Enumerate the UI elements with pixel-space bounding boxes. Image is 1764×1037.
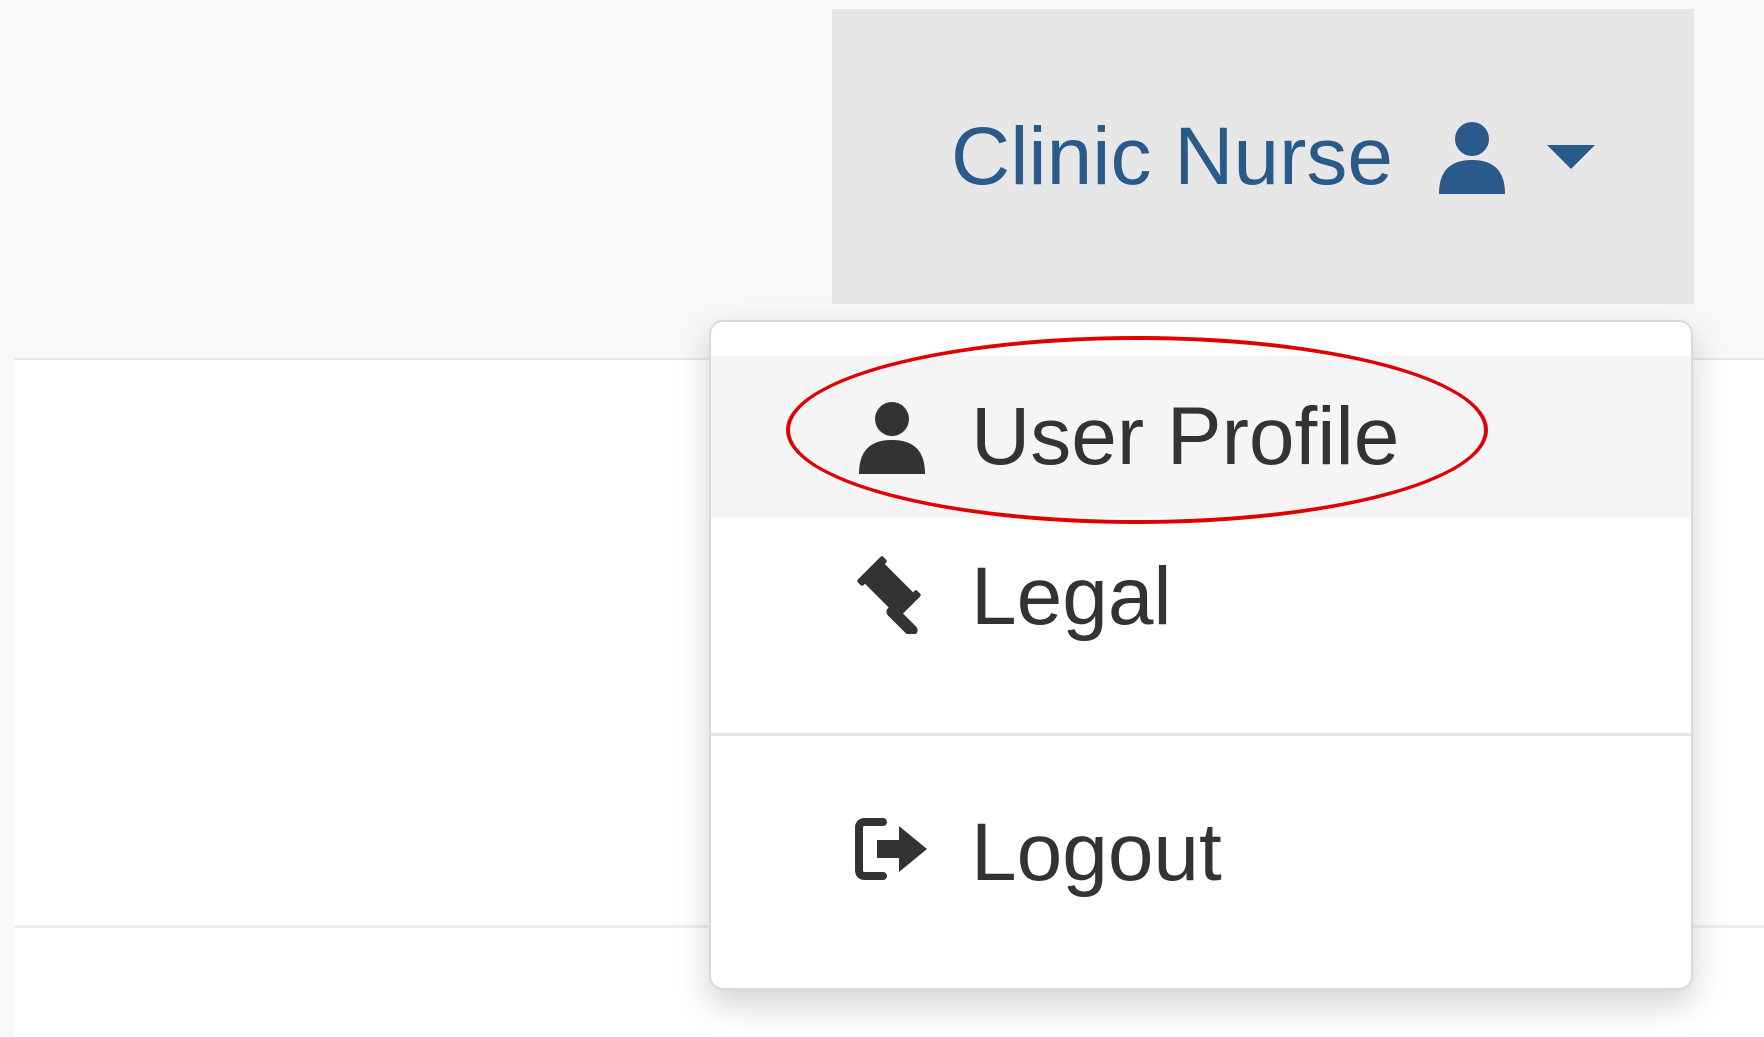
user-icon <box>859 402 925 474</box>
user-dropdown-menu: User Profile Legal Logout <box>709 320 1693 990</box>
menu-item-label: Legal <box>971 551 1172 642</box>
menu-item-logout[interactable]: Logout <box>711 782 1691 932</box>
gavel-icon <box>857 556 921 634</box>
menu-divider <box>711 733 1691 736</box>
user-icon <box>1439 121 1505 194</box>
user-name: Clinic Nurse <box>951 110 1393 202</box>
user-menu-toggle[interactable]: Clinic Nurse <box>832 9 1694 304</box>
menu-item-label: User Profile <box>971 391 1400 482</box>
menu-item-user-profile[interactable]: User Profile <box>711 356 1691 518</box>
caret-down-icon <box>1547 144 1595 169</box>
menu-item-label: Logout <box>971 807 1222 898</box>
sign-out-icon <box>855 818 927 880</box>
page-left-edge <box>0 0 14 1037</box>
menu-item-legal[interactable]: Legal <box>711 518 1691 678</box>
